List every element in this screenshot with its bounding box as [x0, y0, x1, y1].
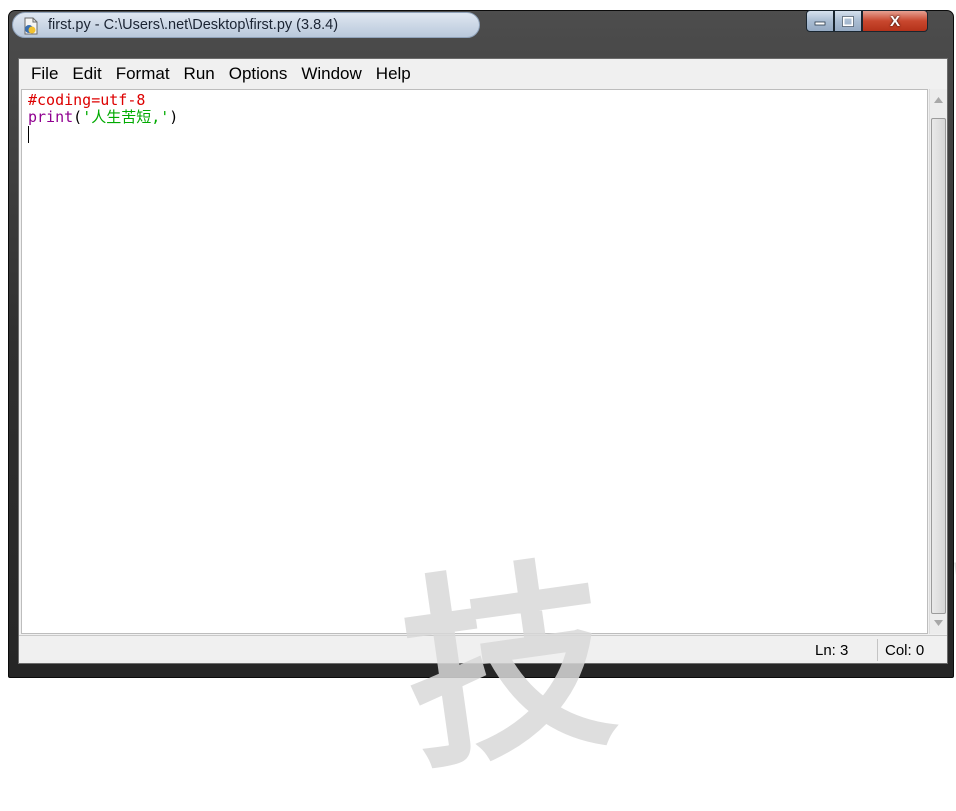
- minimize-icon: [814, 21, 826, 26]
- menu-run[interactable]: Run: [177, 64, 222, 84]
- vertical-scrollbar[interactable]: [929, 89, 947, 634]
- menu-edit[interactable]: Edit: [65, 64, 108, 84]
- scrollbar-thumb[interactable]: [931, 118, 946, 614]
- menu-help[interactable]: Help: [369, 64, 418, 84]
- paren-close-token: ): [169, 108, 179, 126]
- chevron-up-icon: [934, 97, 943, 103]
- scroll-up-button[interactable]: [930, 91, 947, 109]
- maximize-button[interactable]: [834, 10, 862, 32]
- window-title: first.py - C:\Users\.net\Desktop\first.p…: [48, 17, 339, 33]
- status-line: Ln: 3: [815, 642, 849, 659]
- paren-open-token: (: [73, 108, 83, 126]
- menu-format[interactable]: Format: [109, 64, 177, 84]
- status-bar: Ln: 3 Col: 0: [19, 635, 947, 663]
- python-file-icon: [24, 17, 38, 35]
- code-line-2: print('人生苦短,'): [28, 109, 178, 126]
- code-editor[interactable]: #coding=utf-8 print('人生苦短,'): [21, 89, 928, 634]
- string-token: '人生苦短,': [82, 108, 170, 126]
- caption-buttons: X: [806, 10, 928, 32]
- menu-file[interactable]: File: [19, 64, 65, 84]
- chevron-down-icon: [934, 620, 943, 626]
- minimize-button[interactable]: [806, 10, 834, 32]
- code-line-1: #coding=utf-8: [28, 92, 178, 109]
- menu-bar: File Edit Format Run Options Window Help: [19, 59, 947, 89]
- text-caret: [28, 126, 29, 143]
- code-text: #coding=utf-8 print('人生苦短,'): [28, 92, 178, 143]
- comment-token: #coding=utf-8: [28, 91, 146, 109]
- menu-window[interactable]: Window: [294, 64, 368, 84]
- code-line-3: [28, 126, 178, 143]
- status-divider: [877, 639, 878, 661]
- client-area: File Edit Format Run Options Window Help…: [18, 58, 948, 664]
- scroll-down-button[interactable]: [930, 614, 947, 632]
- maximize-icon: [842, 15, 854, 27]
- menu-options[interactable]: Options: [222, 64, 295, 84]
- close-button[interactable]: X: [862, 10, 928, 32]
- builtin-token: print: [28, 108, 74, 126]
- close-icon: X: [889, 12, 900, 30]
- status-column: Col: 0: [885, 642, 925, 659]
